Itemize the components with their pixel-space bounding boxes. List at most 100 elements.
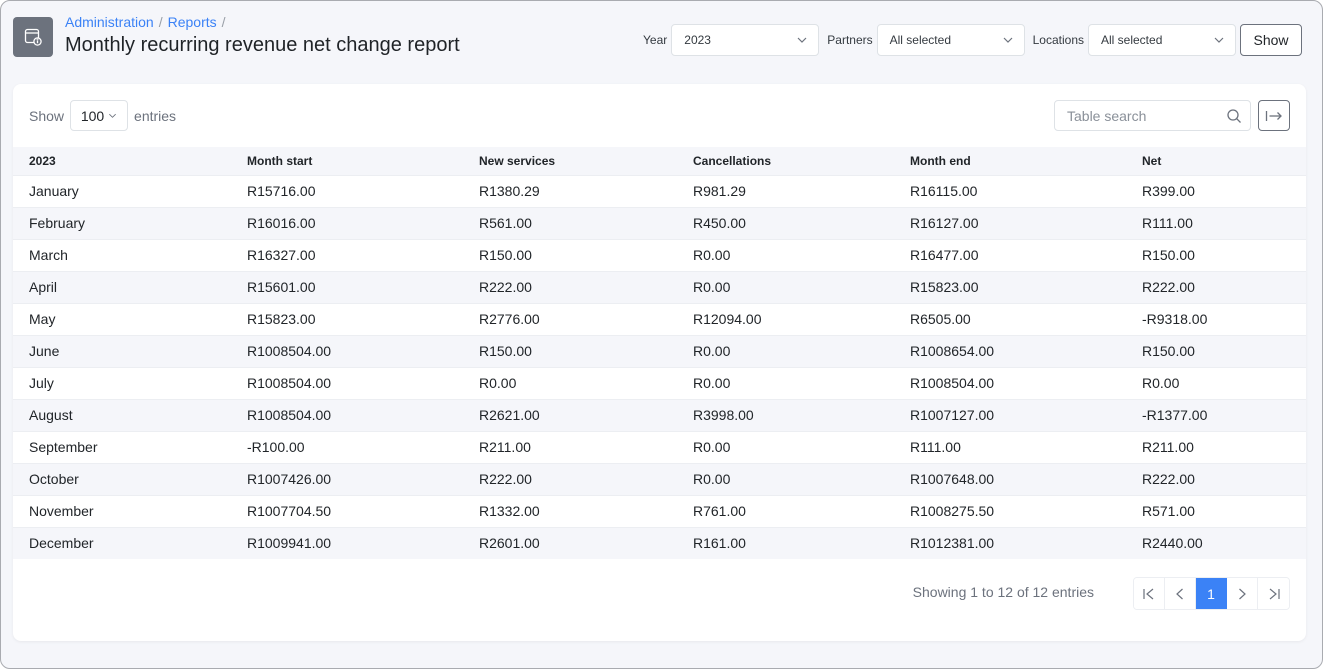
- cell-new-services: R211.00: [463, 430, 677, 463]
- cell-month-end: R1007127.00: [894, 398, 1126, 431]
- breadcrumb-separator: /: [221, 14, 226, 30]
- export-arrow-icon: [1265, 110, 1282, 121]
- page-header: Administration / Reports / Monthly recurrin…: [13, 13, 1302, 65]
- cell-cancellations: R3998.00: [677, 398, 894, 431]
- first-page-button[interactable]: [1134, 578, 1165, 609]
- search-icon[interactable]: [1226, 108, 1242, 124]
- next-page-icon: [1239, 588, 1246, 599]
- cell-month-end: R1008275.50: [894, 494, 1126, 527]
- table-row: August R1008504.00 R2621.00 R3998.00 R100712…: [13, 398, 1306, 431]
- cell-month-start: R15823.00: [231, 302, 463, 335]
- cell-net: R222.00: [1126, 270, 1306, 303]
- cell-cancellations: R12094.00: [677, 302, 894, 335]
- cell-month-start: R1008504.00: [231, 398, 463, 431]
- cell-net: -R9318.00: [1126, 302, 1306, 335]
- cell-month: July: [13, 366, 231, 399]
- cell-month: March: [13, 238, 231, 271]
- cell-cancellations: R161.00: [677, 526, 894, 559]
- report-card: Show 100 entries 2023 Month start New se…: [13, 84, 1306, 641]
- year-value: 2023: [684, 33, 711, 47]
- column-header-cancellations[interactable]: Cancellations: [677, 147, 894, 175]
- cell-month: May: [13, 302, 231, 335]
- length-prefix: Show: [29, 107, 65, 124]
- cell-net: R0.00: [1126, 366, 1306, 399]
- cell-net: R150.00: [1126, 238, 1306, 271]
- last-page-button[interactable]: [1258, 578, 1289, 609]
- table-info: Showing 1 to 12 of 12 entries: [912, 584, 1094, 600]
- cell-month-end: R6505.00: [894, 302, 1126, 335]
- column-header-new-services[interactable]: New services: [463, 147, 677, 175]
- entries-per-page-select[interactable]: 100: [70, 100, 129, 131]
- table-search-input[interactable]: [1067, 107, 1226, 124]
- cell-month-start: R1007704.50: [231, 494, 463, 527]
- previous-page-icon: [1176, 588, 1183, 599]
- table-row: July R1008504.00 R0.00 R0.00 R1008504.00 R0.0…: [13, 366, 1306, 399]
- cell-net: R2440.00: [1126, 526, 1306, 559]
- cell-month-end: R111.00: [894, 430, 1126, 463]
- cell-new-services: R2601.00: [463, 526, 677, 559]
- cell-month-start: -R100.00: [231, 430, 463, 463]
- next-page-button[interactable]: [1227, 578, 1258, 609]
- cell-new-services: R222.00: [463, 270, 677, 303]
- first-page-icon: [1143, 588, 1154, 599]
- column-header-month-start[interactable]: Month start: [231, 147, 463, 175]
- chevron-down-icon: [109, 113, 117, 118]
- cell-month-end: R1008504.00: [894, 366, 1126, 399]
- app-window: Administration / Reports / Monthly recurrin…: [0, 0, 1323, 669]
- breadcrumb: Administration / Reports /: [65, 14, 231, 30]
- partners-select[interactable]: All selected: [876, 24, 1025, 56]
- table-row: March R16327.00 R150.00 R0.00 R16477.00 R150.…: [13, 238, 1306, 271]
- cell-month: October: [13, 462, 231, 495]
- year-select[interactable]: 2023: [671, 24, 820, 56]
- cell-month-start: R15716.00: [231, 174, 463, 207]
- export-button[interactable]: [1258, 100, 1290, 131]
- table-row: February R16016.00 R561.00 R450.00 R16127.00…: [13, 206, 1306, 239]
- locations-value: All selected: [1101, 33, 1163, 47]
- show-button[interactable]: Show: [1240, 24, 1302, 56]
- breadcrumb-reports[interactable]: Reports: [168, 14, 217, 30]
- entries-per-page-value: 100: [80, 107, 105, 124]
- cell-net: R211.00: [1126, 430, 1306, 463]
- page-1-button[interactable]: 1: [1196, 578, 1227, 609]
- cell-month-start: R16327.00: [231, 238, 463, 271]
- table-row: September -R100.00 R211.00 R0.00 R111.00 R211…: [13, 430, 1306, 463]
- cell-cancellations: R0.00: [677, 430, 894, 463]
- revenue-table: 2023 Month start New services Cancellati…: [13, 147, 1306, 559]
- previous-page-button[interactable]: [1165, 578, 1196, 609]
- table-row: January R15716.00 R1380.29 R981.29 R16115.00…: [13, 174, 1306, 207]
- cell-cancellations: R0.00: [677, 238, 894, 271]
- cell-new-services: R222.00: [463, 462, 677, 495]
- entries-length-control: Show 100 entries: [29, 100, 176, 131]
- cell-cancellations: R0.00: [677, 270, 894, 303]
- report-info-icon: [13, 17, 53, 57]
- chevron-down-icon: [1214, 37, 1224, 43]
- cell-month-start: R16016.00: [231, 206, 463, 239]
- cell-month-end: R15823.00: [894, 270, 1126, 303]
- pagination: 1: [1133, 577, 1290, 610]
- column-header-net[interactable]: Net: [1126, 147, 1306, 175]
- chevron-down-icon: [797, 37, 807, 43]
- breadcrumb-administration[interactable]: Administration: [65, 14, 154, 30]
- cell-month-start: R1008504.00: [231, 334, 463, 367]
- report-filters: Year 2023 Partners All selected Location…: [639, 24, 1302, 56]
- cell-month: June: [13, 334, 231, 367]
- cell-month: April: [13, 270, 231, 303]
- table-row: December R1009941.00 R2601.00 R161.00 R10123…: [13, 526, 1306, 559]
- cell-month-start: R1009941.00: [231, 526, 463, 559]
- cell-month: January: [13, 174, 231, 207]
- cell-new-services: R1380.29: [463, 174, 677, 207]
- chevron-down-icon: [1003, 37, 1013, 43]
- cell-new-services: R150.00: [463, 238, 677, 271]
- partners-value: All selected: [889, 33, 951, 47]
- column-header-year[interactable]: 2023: [13, 147, 231, 175]
- table-row: May R15823.00 R2776.00 R12094.00 R6505.00 -R9…: [13, 302, 1306, 335]
- cell-net: R399.00: [1126, 174, 1306, 207]
- cell-new-services: R0.00: [463, 366, 677, 399]
- year-label: Year: [643, 33, 668, 47]
- cell-month: November: [13, 494, 231, 527]
- table-row: November R1007704.50 R1332.00 R761.00 R10082…: [13, 494, 1306, 527]
- cell-month: August: [13, 398, 231, 431]
- cell-month-end: R1007648.00: [894, 462, 1126, 495]
- locations-select[interactable]: All selected: [1088, 24, 1236, 56]
- column-header-month-end[interactable]: Month end: [894, 147, 1126, 175]
